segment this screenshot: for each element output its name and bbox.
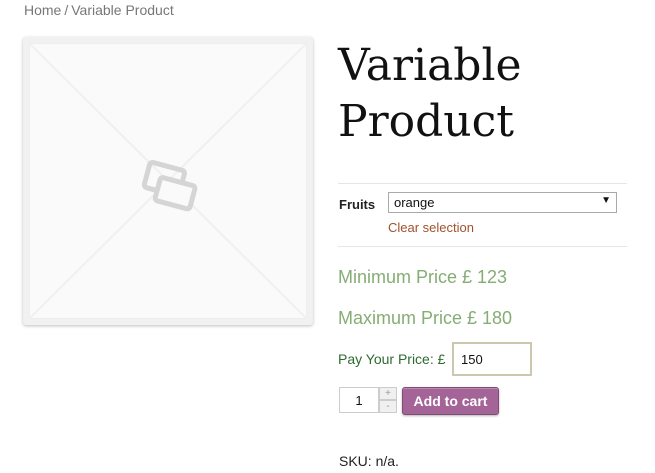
breadcrumb-home-link[interactable]: Home (24, 2, 61, 18)
quantity-decrease-button[interactable]: - (379, 400, 397, 413)
maximum-price: Maximum Price £ 180 (338, 308, 513, 328)
divider-bottom (338, 246, 627, 247)
fruits-select-value: orange (394, 195, 435, 210)
breadcrumb-current: Variable Product (71, 2, 174, 18)
divider-top (338, 183, 627, 184)
variation-label: Fruits (339, 197, 376, 212)
product-image-placeholder (29, 43, 307, 319)
product-title: Variable Product (338, 40, 522, 147)
breadcrumb-separator: / (64, 2, 69, 18)
fruits-select[interactable]: orange ▼ (388, 192, 617, 213)
product-image-frame[interactable] (23, 37, 313, 325)
clear-selection-link[interactable]: Clear selection (388, 220, 474, 235)
placeholder-image-icon (30, 44, 306, 318)
pay-your-price-input[interactable] (452, 342, 532, 376)
dropdown-arrow-icon: ▼ (601, 195, 611, 206)
quantity-input[interactable] (339, 387, 379, 413)
sku-text: SKU: n/a. (339, 453, 399, 469)
add-to-cart-button[interactable]: Add to cart (402, 387, 499, 415)
pay-your-price-label: Pay Your Price: £ (338, 351, 446, 367)
breadcrumb: Home / Variable Product (24, 2, 174, 18)
quantity-increase-button[interactable]: + (379, 387, 397, 400)
minimum-price: Minimum Price £ 123 (338, 267, 508, 287)
